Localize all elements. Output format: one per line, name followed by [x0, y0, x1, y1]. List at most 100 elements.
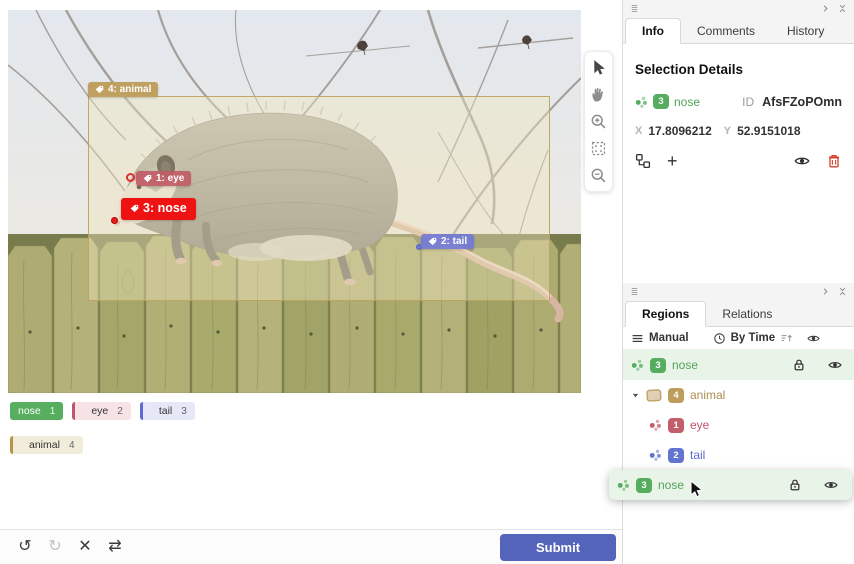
create-relation-icon[interactable] — [635, 153, 651, 169]
eye-region-label[interactable]: 1: eye — [136, 171, 191, 186]
selection-details-title: Selection Details — [635, 62, 842, 77]
region-label: eye — [690, 418, 709, 432]
select-tool-icon[interactable] — [590, 59, 607, 76]
keypoints-icon — [635, 95, 648, 109]
label-chip-animal[interactable]: animal 4 — [10, 436, 83, 454]
detach-panel-icon[interactable] — [820, 3, 831, 14]
toggle-all-visibility-icon[interactable] — [807, 332, 820, 345]
undo-icon[interactable]: ↺ — [10, 539, 40, 555]
bottom-toolbar: ↺ ↻ ✕ ⇄ Submit — [0, 529, 622, 564]
collapse-panel-icon[interactable] — [837, 3, 848, 14]
nose-region-label[interactable]: 3: nose — [121, 198, 196, 220]
redo-icon[interactable]: ↻ — [40, 539, 70, 555]
annotation-overlay: 4: animal 1: eye 3: nose 2: tail — [8, 10, 581, 393]
region-index-badge: 3 — [636, 478, 652, 493]
y-coordinate-value[interactable]: 52.9151018 — [737, 124, 800, 138]
group-by-icon[interactable] — [631, 332, 644, 345]
tab-regions[interactable]: Regions — [625, 301, 706, 327]
nose-keypoint[interactable] — [111, 217, 118, 224]
region-row-nose[interactable]: 3 nose — [623, 350, 854, 380]
eye-icon[interactable] — [828, 358, 842, 372]
region-index-badge: 3 — [650, 358, 666, 373]
region-row-animal[interactable]: 4 animal — [623, 380, 854, 410]
clock-icon[interactable] — [713, 332, 726, 345]
eye-tag-text: 1: eye — [156, 173, 184, 184]
sort-mode-label[interactable]: By Time — [731, 332, 776, 344]
detach-panel-icon[interactable] — [820, 286, 831, 297]
tag-icon — [143, 174, 152, 183]
annotated-image[interactable]: 4: animal 1: eye 3: nose 2: tail — [8, 10, 581, 393]
add-icon[interactable]: + — [667, 152, 678, 170]
submit-button[interactable]: Submit — [500, 534, 616, 561]
expand-triangle-icon[interactable] — [631, 391, 640, 400]
drag-handle-icon[interactable] — [629, 3, 640, 14]
region-label: nose — [658, 478, 684, 492]
x-axis-label: X — [635, 125, 642, 137]
info-panel-tabs: Info Comments History — [623, 17, 854, 44]
region-list: 3 nose 4 animal 1 eye — [623, 350, 854, 470]
region-label: nose — [674, 95, 700, 109]
region-actions-row: + — [635, 152, 842, 170]
swap-arrows-icon[interactable]: ⇄ — [100, 539, 130, 555]
keypoints-icon — [617, 478, 630, 492]
region-row-tail[interactable]: 2 tail — [623, 440, 854, 470]
drag-handle-icon[interactable] — [629, 286, 640, 297]
label-chips-row-2: animal 4 — [10, 436, 83, 454]
regions-panel: Regions Relations Manual By Time 3 nose — [623, 283, 854, 470]
dragged-region-row-nose[interactable]: 3 nose — [609, 470, 852, 500]
region-label: animal — [690, 388, 725, 402]
regions-panel-header — [623, 283, 854, 300]
fit-to-screen-tool-icon[interactable] — [590, 140, 607, 157]
lock-icon[interactable] — [788, 478, 802, 492]
delete-region-icon[interactable] — [826, 153, 842, 169]
sort-order-icon[interactable] — [780, 332, 793, 345]
tab-info[interactable]: Info — [625, 18, 681, 44]
tag-icon — [428, 237, 437, 246]
collapse-panel-icon[interactable] — [837, 286, 848, 297]
label-chip-eye[interactable]: eye 2 — [72, 402, 131, 420]
eye-keypoint[interactable] — [126, 173, 135, 182]
lock-icon[interactable] — [792, 358, 806, 372]
region-index-badge: 4 — [668, 388, 684, 403]
zoom-in-tool-icon[interactable] — [590, 113, 607, 130]
chip-hotkey: 2 — [117, 406, 123, 417]
chip-label: tail — [159, 405, 172, 417]
pan-tool-icon[interactable] — [590, 86, 607, 103]
keypoints-icon — [649, 448, 662, 462]
canvas-tool-palette — [584, 51, 613, 192]
region-index-badge: 1 — [668, 418, 684, 433]
regions-toolbar: Manual By Time — [623, 327, 854, 350]
chip-label: animal — [29, 439, 60, 451]
region-index-badge: 2 — [668, 448, 684, 463]
label-chip-nose[interactable]: nose 1 — [10, 402, 63, 420]
animal-region-label[interactable]: 4: animal — [88, 82, 158, 97]
eye-icon[interactable] — [824, 478, 838, 492]
rectangle-region-icon — [646, 388, 663, 402]
label-chips-row: nose 1 eye 2 tail 3 — [10, 402, 195, 420]
selection-details-body: Selection Details 3 nose ID AfsFZoPOmn X… — [623, 44, 854, 170]
chip-label: eye — [91, 405, 108, 417]
region-id-label: ID — [742, 95, 754, 109]
tab-comments[interactable]: Comments — [681, 19, 771, 43]
group-mode-label[interactable]: Manual — [649, 332, 689, 344]
coordinates-row: X 17.8096212 Y 52.9151018 — [635, 124, 842, 138]
zoom-out-tool-icon[interactable] — [590, 167, 607, 184]
keypoints-icon — [649, 418, 662, 432]
toggle-visibility-icon[interactable] — [794, 153, 810, 169]
label-chip-tail[interactable]: tail 3 — [140, 402, 195, 420]
keypoints-icon — [631, 358, 644, 372]
region-label: nose — [672, 358, 698, 372]
region-index-badge: 3 — [653, 94, 669, 109]
region-row-eye[interactable]: 1 eye — [623, 410, 854, 440]
animal-tag-text: 4: animal — [108, 84, 151, 95]
tab-relations[interactable]: Relations — [706, 302, 788, 326]
x-coordinate-value[interactable]: 17.8096212 — [648, 124, 711, 138]
y-axis-label: Y — [724, 125, 731, 137]
chip-label: nose — [18, 405, 41, 417]
chip-accent-bar — [10, 436, 13, 454]
tail-region-label[interactable]: 2: tail — [421, 234, 474, 249]
reset-icon[interactable]: ✕ — [70, 539, 100, 555]
tab-history[interactable]: History — [771, 19, 840, 43]
label-studio-app: 4: animal 1: eye 3: nose 2: tail — [0, 0, 854, 564]
selected-region-row: 3 nose ID AfsFZoPOmn — [635, 94, 842, 109]
